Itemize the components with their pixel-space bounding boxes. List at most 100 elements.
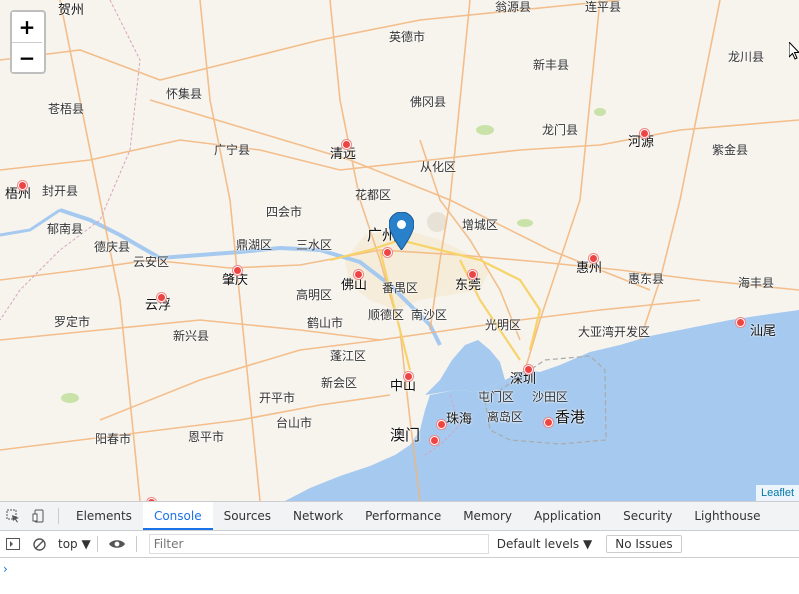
- city-label: 连平县: [585, 0, 622, 14]
- live-expression-eye-icon[interactable]: [104, 530, 130, 558]
- leaflet-attribution-link[interactable]: Leaflet: [755, 485, 799, 501]
- city-label: 台山市: [276, 416, 313, 430]
- zoom-out-button[interactable]: −: [12, 42, 42, 72]
- city-label: 珠海: [446, 412, 473, 427]
- city-label: 香港: [555, 408, 586, 426]
- zoom-control: + −: [10, 10, 46, 74]
- city-label: 清远: [330, 147, 357, 162]
- city-dot-icon: [524, 365, 533, 374]
- city-label: 新丰县: [533, 58, 570, 72]
- city-label: 离岛区: [487, 410, 524, 424]
- log-levels-dropdown[interactable]: Default levels ▼: [497, 537, 593, 551]
- inspect-element-icon[interactable]: [0, 502, 26, 530]
- city-label: 苍梧县: [48, 102, 85, 116]
- city-label: 中山: [390, 379, 417, 394]
- city-label: 蓬江区: [330, 349, 367, 363]
- zoom-in-button[interactable]: +: [12, 12, 42, 42]
- city-dot-icon: [233, 266, 242, 275]
- city-label: 四会市: [266, 205, 303, 219]
- tab-memory[interactable]: Memory: [452, 502, 523, 530]
- city-label: 罗定市: [54, 315, 91, 329]
- city-dot-icon: [430, 436, 439, 445]
- tab-performance[interactable]: Performance: [354, 502, 452, 530]
- city-dot-icon: [544, 418, 553, 427]
- city-label: 佛冈县: [410, 95, 447, 109]
- console-prompt[interactable]: ›: [3, 562, 8, 576]
- tab-application[interactable]: Application: [523, 502, 612, 530]
- city-label: 恩平市: [188, 430, 225, 444]
- city-label: 英德市: [389, 30, 426, 44]
- city-label: 开平市: [259, 391, 296, 405]
- city-label: 南沙区: [411, 308, 448, 322]
- device-toolbar-icon[interactable]: [26, 502, 52, 530]
- tab-lighthouse[interactable]: Lighthouse: [683, 502, 771, 530]
- city-dot-icon: [640, 129, 649, 138]
- console-filter-input[interactable]: [148, 534, 489, 554]
- city-label: 东莞: [455, 278, 482, 293]
- mouse-cursor-icon: [788, 40, 799, 64]
- context-selector[interactable]: top ▼: [58, 537, 91, 551]
- city-label: 佛山: [341, 278, 368, 293]
- city-label: 三水区: [296, 238, 333, 252]
- city-label: 惠东县: [628, 272, 665, 286]
- city-label: 光明区: [485, 318, 522, 332]
- city-label: 新兴县: [173, 329, 210, 343]
- city-label: 云安区: [133, 255, 170, 269]
- city-dot-icon: [404, 372, 413, 381]
- console-toolbar: top ▼ Default levels ▼ No Issues: [0, 531, 799, 558]
- city-dot-icon: [342, 140, 351, 149]
- city-label: 澳门: [390, 426, 421, 444]
- city-label: 高明区: [296, 288, 333, 302]
- city-label: 德庆县: [94, 240, 131, 254]
- tab-sources[interactable]: Sources: [213, 502, 282, 530]
- context-selector-label: top: [58, 537, 78, 551]
- chevron-down-icon: ▼: [81, 537, 91, 551]
- city-label: 深圳: [510, 372, 537, 387]
- city-label: 增城区: [462, 218, 499, 232]
- city-label: 龙门县: [542, 123, 579, 137]
- toolbar-divider: [96, 536, 98, 552]
- city-label: 顺德区: [368, 308, 405, 322]
- toolbar-divider: [135, 536, 137, 552]
- tab-network[interactable]: Network: [282, 502, 354, 530]
- city-label: 肇庆: [222, 273, 249, 288]
- city-label: 沙田区: [532, 390, 569, 404]
- issues-button[interactable]: No Issues: [606, 535, 682, 553]
- chevron-down-icon: ▼: [583, 537, 593, 551]
- city-label: 大亚湾开发区: [578, 325, 651, 339]
- sidebar-toggle-icon[interactable]: [0, 530, 26, 558]
- log-levels-label: Default levels: [496, 537, 580, 551]
- devtools-panel: Elements Console Sources Network Performance…: [0, 501, 799, 594]
- city-label: 广宁县: [214, 143, 251, 157]
- city-label: 郁南县: [47, 222, 84, 236]
- tab-security[interactable]: Security: [612, 502, 683, 530]
- city-dot-icon: [468, 270, 477, 279]
- city-label: 鼎湖区: [236, 238, 273, 252]
- city-label: 怀集县: [166, 87, 203, 101]
- city-dot-icon: [736, 318, 745, 327]
- toolbar-divider: [58, 508, 59, 524]
- city-dot-icon: [437, 420, 446, 429]
- city-label: 汕尾: [750, 324, 777, 339]
- location-marker-icon[interactable]: [388, 211, 415, 254]
- map-container[interactable]: 贺州 翁源县 连平县 英德市 龙川县 新丰县 怀集县 佛冈县 苍梧县 龙门县 广宁县 清远 河源 紫金县从…: [0, 0, 799, 501]
- city-dot-icon: [589, 254, 598, 263]
- city-label: 花都区: [355, 188, 392, 202]
- city-label: 新会区: [321, 376, 358, 390]
- city-label: 从化区: [420, 160, 457, 174]
- tab-elements[interactable]: Elements: [65, 502, 143, 530]
- city-label: 屯门区: [478, 390, 515, 404]
- city-label: 海丰县: [738, 276, 775, 290]
- city-dot-icon: [18, 181, 27, 190]
- city-dot-icon: [354, 270, 363, 279]
- devtools-tabs: Elements Console Sources Network Performance…: [65, 502, 772, 530]
- city-label: 封开县: [42, 184, 79, 198]
- city-label: 梧州: [5, 187, 32, 202]
- city-label: 龙川县: [728, 50, 765, 64]
- city-label: 河源: [628, 135, 655, 150]
- city-label: 鹤山市: [307, 316, 344, 330]
- city-label: 阳春市: [95, 432, 132, 446]
- tab-console[interactable]: Console: [142, 502, 213, 530]
- clear-console-icon[interactable]: [26, 530, 52, 558]
- devtools-tabbar: Elements Console Sources Network Performance…: [0, 502, 799, 531]
